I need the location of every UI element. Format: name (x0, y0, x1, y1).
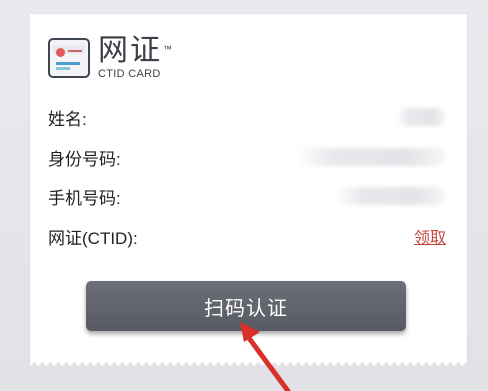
brand-title-text: 网证 (98, 34, 162, 67)
claim-ctid-link[interactable]: 领取 (414, 224, 446, 248)
field-row-id-number: 身份号码: (48, 145, 446, 169)
field-row-name: 姓名: (48, 105, 446, 129)
brand-subtitle: CTID CARD (98, 68, 161, 80)
id-card-icon (48, 38, 90, 78)
card-header: 网证 ™ CTID CARD (48, 34, 172, 81)
field-label-name: 姓名: (48, 109, 87, 129)
redacted-value-name (396, 108, 446, 126)
arrow-icon (240, 322, 291, 391)
brand: 网证 ™ CTID CARD (98, 34, 172, 81)
field-row-ctid: 网证(CTID): 领取 (48, 224, 446, 248)
trademark-mark: ™ (163, 44, 174, 54)
brand-title: 网证 ™ (98, 34, 172, 67)
field-label-ctid: 网证(CTID): (48, 228, 138, 248)
field-label-id-number: 身份号码: (48, 149, 121, 169)
field-row-phone: 手机号码: (48, 184, 446, 208)
redacted-value-id-number (296, 148, 446, 166)
redacted-value-phone (336, 187, 446, 205)
field-label-phone: 手机号码: (48, 188, 121, 208)
